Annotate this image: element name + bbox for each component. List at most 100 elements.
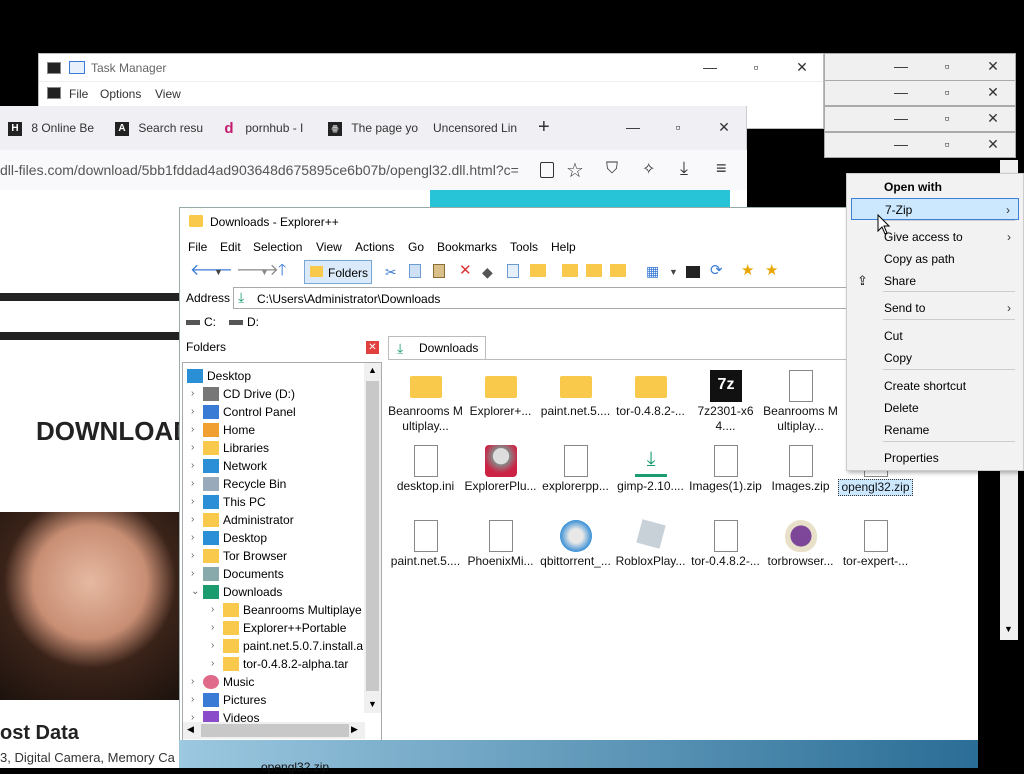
download-icon[interactable]: ⤓ (680, 158, 688, 179)
file-item[interactable]: ⤓ gimp-2.10.... (613, 441, 688, 513)
menu-tools[interactable]: Tools (510, 240, 538, 254)
maximize-button[interactable]: ▫ (655, 114, 701, 140)
scroll-thumb[interactable] (201, 724, 349, 737)
file-item[interactable]: tor-0.4.8.2-... (613, 366, 688, 438)
minimize-button[interactable]: — (878, 79, 924, 105)
maximize-button[interactable]: ▫ (924, 131, 970, 157)
expand-arrow-icon[interactable]: › (211, 619, 214, 637)
expand-arrow-icon[interactable]: › (191, 439, 194, 457)
context-menu-item-properties[interactable]: Properties (851, 447, 1019, 469)
file-item[interactable]: tor-expert-... (838, 516, 913, 588)
erase-icon[interactable]: ◆ (482, 264, 498, 280)
close-button[interactable]: ✕ (970, 131, 1016, 157)
scroll-up-arrow[interactable]: ▲ (368, 365, 377, 375)
expand-arrow-icon[interactable]: › (191, 511, 194, 529)
close-button[interactable]: ✕ (970, 105, 1016, 131)
background-window-bottom[interactable]: opengl32.zip (179, 740, 978, 774)
context-menu-item-open-with[interactable]: Open with (851, 176, 1019, 198)
close-icon[interactable]: ✕ (366, 341, 379, 354)
expand-arrow-icon[interactable]: › (191, 475, 194, 493)
maximize-button[interactable]: ▫ (924, 53, 970, 79)
drive-d-button[interactable]: D: (229, 315, 259, 329)
collapse-arrow-icon[interactable]: ⌄ (191, 583, 199, 601)
file-item[interactable]: qbittorrent_... (538, 516, 613, 588)
tree-hscrollbar[interactable]: ◀ ▶ (183, 722, 365, 739)
hamburger-menu-icon[interactable]: ≡ (716, 158, 727, 179)
file-item[interactable]: Beanrooms Multiplay... (388, 366, 463, 438)
move-to-folder-icon[interactable] (610, 264, 626, 277)
file-item[interactable]: PhoenixMi... (463, 516, 538, 588)
minimize-button[interactable]: — (610, 114, 656, 140)
context-menu-item-share[interactable]: Share ⇪ (851, 270, 1019, 292)
close-button[interactable]: ✕ (970, 79, 1016, 105)
file-item[interactable]: Beanrooms Multiplay... (763, 366, 838, 438)
task-manager-titlebar[interactable]: Task Manager — ▫ ✕ (39, 54, 823, 82)
file-item[interactable]: explorerpp... (538, 441, 613, 513)
browser-tab[interactable]: A Search resu (115, 116, 211, 140)
chevron-down-icon[interactable]: ▼ (669, 264, 685, 280)
expand-arrow-icon[interactable]: › (191, 421, 194, 439)
properties-icon[interactable] (507, 264, 519, 278)
expand-arrow-icon[interactable]: › (211, 637, 214, 655)
chevron-down-icon[interactable]: ▼ (214, 264, 230, 280)
bookmark-add-icon[interactable]: ★ (741, 263, 757, 280)
context-menu-item-copy[interactable]: Copy (851, 347, 1019, 369)
minimize-button[interactable]: — (687, 54, 733, 80)
menu-file[interactable]: File (188, 240, 207, 254)
context-menu-item-send-to[interactable]: Send to › (851, 297, 1019, 319)
tree-scrollbar[interactable]: ▲ ▼ (364, 363, 381, 713)
expand-arrow-icon[interactable]: › (211, 655, 214, 673)
menu-bookmarks[interactable]: Bookmarks (437, 240, 497, 254)
minimize-button[interactable]: — (878, 105, 924, 131)
shield-icon[interactable]: ⛉ (606, 160, 618, 178)
url-input[interactable]: dll-files.com/download/5bb1fddad4ad90364… (0, 162, 526, 178)
browser-tab[interactable]: ꙮ The page yo (328, 116, 424, 140)
close-button[interactable]: ✕ (970, 53, 1016, 79)
new-tab-button[interactable]: + (538, 116, 550, 139)
drive-c-button[interactable]: C: (186, 315, 216, 329)
context-menu-item-rename[interactable]: Rename (851, 419, 1019, 441)
paste-icon[interactable] (433, 264, 445, 278)
file-item[interactable]: paint.net.5.... (388, 516, 463, 588)
scroll-thumb[interactable] (366, 381, 379, 691)
expand-arrow-icon[interactable]: › (191, 565, 194, 583)
minimize-button[interactable]: — (878, 53, 924, 79)
menu-edit[interactable]: Edit (220, 240, 241, 254)
expand-arrow-icon[interactable]: › (191, 385, 194, 403)
views-icon[interactable]: ▦ (646, 264, 662, 280)
menu-selection[interactable]: Selection (253, 240, 302, 254)
file-item[interactable]: Explorer+... (463, 366, 538, 438)
cut-icon[interactable]: ✂ (385, 264, 401, 280)
file-item[interactable]: 7z 7z2301-x64.... (688, 366, 763, 438)
context-menu-item-copy-as-path[interactable]: Copy as path (851, 248, 1019, 270)
file-item[interactable]: ExplorerPlu... (463, 441, 538, 513)
context-menu-item-delete[interactable]: Delete (851, 397, 1019, 419)
folders-toggle-button[interactable]: Folders (304, 260, 372, 284)
expand-arrow-icon[interactable]: › (191, 547, 194, 565)
menu-view[interactable]: View (316, 240, 342, 254)
up-icon[interactable]: 🡑 (278, 263, 294, 280)
menu-file[interactable]: File (69, 87, 88, 101)
expand-arrow-icon[interactable]: › (191, 457, 194, 475)
minimize-button[interactable]: — (878, 131, 924, 157)
back-icon[interactable]: 🡐 (190, 263, 233, 280)
browser-tab[interactable]: H 8 Online Be (8, 116, 100, 140)
expand-arrow-icon[interactable]: › (191, 529, 194, 547)
file-item[interactable]: torbrowser... (763, 516, 838, 588)
expand-arrow-icon[interactable]: › (191, 403, 194, 421)
bookmarks-icon[interactable]: ★ (765, 263, 781, 280)
expand-arrow-icon[interactable]: › (191, 673, 194, 691)
forward-icon[interactable]: 🡒 (236, 263, 279, 280)
new-folder-icon[interactable] (562, 264, 578, 277)
file-item[interactable]: desktop.ini (388, 441, 463, 513)
close-button[interactable]: ✕ (701, 114, 747, 140)
file-item[interactable]: Images.zip (763, 441, 838, 513)
tab-downloads[interactable]: ⤓ Downloads (388, 336, 486, 360)
file-item[interactable]: RobloxPlay... (613, 516, 688, 588)
maximize-button[interactable]: ▫ (733, 54, 779, 80)
context-menu-item-cut[interactable]: Cut (851, 325, 1019, 347)
expand-arrow-icon[interactable]: › (191, 691, 194, 709)
menu-actions[interactable]: Actions (355, 240, 394, 254)
scroll-down-arrow[interactable]: ▼ (368, 699, 377, 709)
menu-options[interactable]: Options (100, 87, 141, 101)
